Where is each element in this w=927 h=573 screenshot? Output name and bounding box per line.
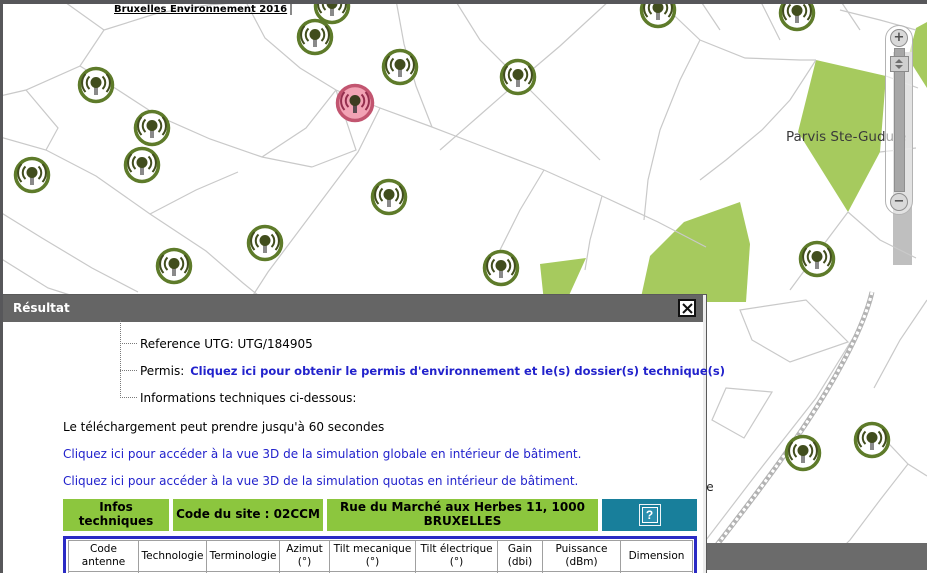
antenna-marker-icon[interactable] xyxy=(16,159,49,192)
reference-utg-text: Reference UTG: UTG/184905 xyxy=(140,337,313,351)
antenna-marker-selected-icon[interactable] xyxy=(338,86,373,121)
tree-item-reference: Reference UTG: UTG/184905 xyxy=(120,330,694,357)
zoom-out-button[interactable]: − xyxy=(890,193,908,211)
slider-up-arrow-icon xyxy=(895,59,903,63)
antenna-marker-icon[interactable] xyxy=(299,21,332,54)
result-panel: Résultat Reference UTG: UTG/184905 Permi… xyxy=(3,295,706,573)
panel-title: Résultat xyxy=(13,301,70,315)
app-window: Bruxelles Environnement 2016 Parvis Ste-… xyxy=(0,0,927,573)
window-frame-top xyxy=(0,0,927,4)
permit-download-link[interactable]: Cliquez ici pour obtenir le permis d'env… xyxy=(190,364,725,378)
simulation-quotas-3d-link[interactable]: Cliquez ici pour accéder à la vue 3D de … xyxy=(63,474,694,488)
zoom-slider-track[interactable] xyxy=(894,48,905,192)
zoom-control: + − xyxy=(885,25,913,215)
help-icon[interactable]: ? xyxy=(639,504,661,526)
tree-item-permis: Permis: Cliquez ici pour obtenir le perm… xyxy=(120,357,694,384)
antenna-marker-icon[interactable] xyxy=(787,437,820,470)
permis-label: Permis: xyxy=(140,364,184,378)
simulation-globale-3d-link[interactable]: Cliquez ici pour accéder à la vue 3D de … xyxy=(63,447,694,461)
tree-item-informations: Informations techniques ci-dessous: xyxy=(120,384,694,411)
result-tree: Reference UTG: UTG/184905 Permis: Clique… xyxy=(120,330,694,411)
col-dimension: Dimension xyxy=(621,541,693,572)
antenna-marker-icon[interactable] xyxy=(136,112,169,145)
col-terminologie: Terminologie xyxy=(207,541,280,572)
antenna-table-wrapper: Code antenne Technologie Terminologie Az… xyxy=(63,536,697,573)
infos-techniques-cell: Infos techniques xyxy=(63,499,169,531)
col-code-antenne: Code antenne xyxy=(69,541,139,572)
antenna-marker-icon[interactable] xyxy=(80,69,113,102)
antenna-marker-icon[interactable] xyxy=(856,424,889,457)
col-azimut: Azimut (°) xyxy=(280,541,330,572)
antenna-marker-icon[interactable] xyxy=(384,51,417,84)
informations-techniques-label: Informations techniques ci-dessous: xyxy=(140,391,356,405)
window-frame-left xyxy=(0,0,3,573)
col-puissance: Puissance (dBm) xyxy=(543,541,621,572)
antenna-marker-icon[interactable] xyxy=(502,61,535,94)
col-tilt-electrique: Tilt électrique (°) xyxy=(416,541,498,572)
antenna-marker-icon[interactable] xyxy=(801,243,834,276)
zoom-slider-handle[interactable] xyxy=(890,56,909,72)
table-header-row: Code antenne Technologie Terminologie Az… xyxy=(69,541,693,572)
download-duration-note: Le téléchargement peut prendre jusqu'à 6… xyxy=(63,420,694,434)
site-code-cell: Code du site : 02CCM xyxy=(173,499,323,531)
result-panel-header[interactable]: Résultat xyxy=(3,295,703,322)
col-technologie: Technologie xyxy=(139,541,207,572)
col-tilt-mecanique: Tilt mecanique (°) xyxy=(330,541,416,572)
help-cell: ? xyxy=(602,499,697,531)
close-icon[interactable] xyxy=(678,299,696,317)
antenna-marker-icon[interactable] xyxy=(485,252,518,285)
col-gain: Gain (dbi) xyxy=(498,541,543,572)
site-address-cell: Rue du Marché aux Herbes 11, 1000 BRUXEL… xyxy=(327,499,598,531)
antenna-table: Code antenne Technologie Terminologie Az… xyxy=(68,540,693,573)
antenna-marker-icon[interactable] xyxy=(249,227,282,260)
site-info-bar: Infos techniques Code du site : 02CCM Ru… xyxy=(63,499,697,531)
antenna-marker-icon[interactable] xyxy=(158,250,191,283)
antenna-marker-icon[interactable] xyxy=(373,181,406,214)
result-panel-body: Reference UTG: UTG/184905 Permis: Clique… xyxy=(3,322,703,573)
antenna-marker-icon[interactable] xyxy=(781,0,814,30)
zoom-in-button[interactable]: + xyxy=(890,29,908,47)
slider-down-arrow-icon xyxy=(895,65,903,69)
antenna-marker-icon[interactable] xyxy=(126,149,159,182)
